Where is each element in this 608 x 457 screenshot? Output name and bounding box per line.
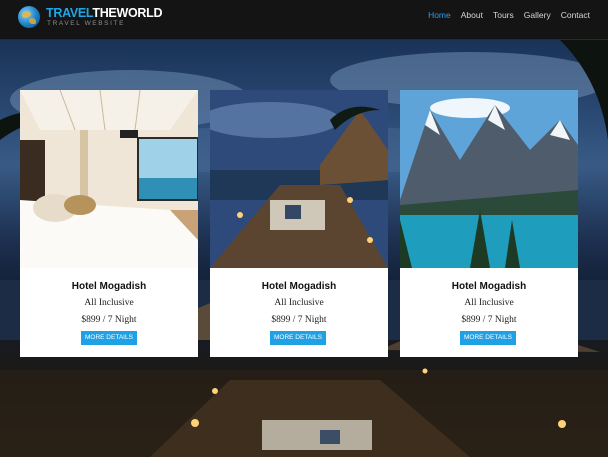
nav-link-tours[interactable]: Tours (493, 10, 514, 20)
card-price: $899 / 7 Night (271, 315, 327, 325)
mountain-lake-photo (400, 90, 578, 268)
card-title: Hotel Mogadish (71, 281, 147, 292)
nav-link-about[interactable]: About (461, 10, 483, 20)
card-package: All Inclusive (274, 298, 324, 308)
nav-link-contact[interactable]: Contact (561, 10, 590, 20)
globe-icon (18, 6, 40, 28)
resort-deck-photo (210, 90, 388, 268)
main-menu: Home About Tours Gallery Contact (428, 10, 590, 20)
nav-link-home[interactable]: Home (428, 10, 451, 20)
more-details-button[interactable]: MORE DETAILS (81, 331, 137, 345)
card-title: Hotel Mogadish (451, 281, 527, 292)
card-title: Hotel Mogadish (261, 281, 337, 292)
brand-logo[interactable]: TRAVELTHEWORLD TRAVEL WEBSITE (18, 5, 162, 35)
more-details-button[interactable]: MORE DETAILS (270, 331, 326, 345)
more-details-button[interactable]: MORE DETAILS (460, 331, 516, 345)
brand-tagline: TRAVEL WEBSITE (47, 20, 126, 27)
card-package: All Inclusive (464, 298, 514, 308)
card-price: $899 / 7 Night (461, 315, 517, 325)
tour-card: Hotel Mogadish All Inclusive $899 / 7 Ni… (400, 90, 578, 357)
card-package: All Inclusive (84, 298, 134, 308)
brand-name: TRAVELTHEWORLD (46, 6, 163, 20)
tour-card: Hotel Mogadish All Inclusive $899 / 7 Ni… (210, 90, 388, 357)
nav-link-gallery[interactable]: Gallery (524, 10, 551, 20)
tour-card: Hotel Mogadish All Inclusive $899 / 7 Ni… (20, 90, 198, 357)
navbar: TRAVELTHEWORLD TRAVEL WEBSITE Home About… (0, 0, 608, 40)
card-price: $899 / 7 Night (81, 315, 137, 325)
hotel-bedroom-photo (20, 90, 198, 268)
